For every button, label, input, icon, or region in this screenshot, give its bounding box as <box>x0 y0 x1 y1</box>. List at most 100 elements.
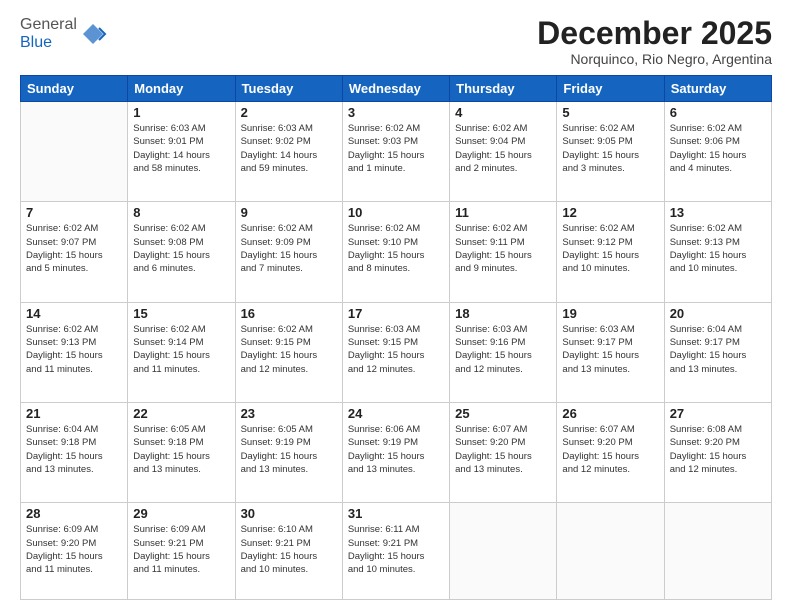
table-row: 18 Sunrise: 6:03 AM Sunset: 9:16 PM Dayli… <box>450 302 557 402</box>
day-number: 17 <box>348 306 444 321</box>
logo-blue-text: Blue <box>20 34 52 51</box>
day-info: Sunrise: 6:03 AM Sunset: 9:01 PM Dayligh… <box>133 122 229 175</box>
day-number: 14 <box>26 306 122 321</box>
table-row: 22 Sunrise: 6:05 AM Sunset: 9:18 PM Dayli… <box>128 402 235 502</box>
day-info: Sunrise: 6:02 AM Sunset: 9:14 PM Dayligh… <box>133 323 229 376</box>
table-row: 30 Sunrise: 6:10 AM Sunset: 9:21 PM Dayli… <box>235 503 342 600</box>
table-row: 12 Sunrise: 6:02 AM Sunset: 9:12 PM Dayli… <box>557 202 664 302</box>
col-wednesday: Wednesday <box>342 76 449 102</box>
table-row: 15 Sunrise: 6:02 AM Sunset: 9:14 PM Dayli… <box>128 302 235 402</box>
day-number: 9 <box>241 205 337 220</box>
table-row: 14 Sunrise: 6:02 AM Sunset: 9:13 PM Dayli… <box>21 302 128 402</box>
day-info: Sunrise: 6:02 AM Sunset: 9:13 PM Dayligh… <box>26 323 122 376</box>
table-row: 8 Sunrise: 6:02 AM Sunset: 9:08 PM Daylig… <box>128 202 235 302</box>
day-number: 30 <box>241 506 337 521</box>
day-number: 16 <box>241 306 337 321</box>
table-row: 20 Sunrise: 6:04 AM Sunset: 9:17 PM Dayli… <box>664 302 771 402</box>
day-info: Sunrise: 6:05 AM Sunset: 9:19 PM Dayligh… <box>241 423 337 476</box>
table-row: 16Sunrise: 6:02 AM Sunset: 9:15 PM Dayli… <box>235 302 342 402</box>
day-number: 8 <box>133 205 229 220</box>
day-info: Sunrise: 6:11 AM Sunset: 9:21 PM Dayligh… <box>348 523 444 576</box>
col-tuesday: Tuesday <box>235 76 342 102</box>
calendar-table: Sunday Monday Tuesday Wednesday Thursday… <box>20 75 772 600</box>
table-row <box>21 102 128 202</box>
table-row: 4 Sunrise: 6:02 AM Sunset: 9:04 PM Daylig… <box>450 102 557 202</box>
table-row: 7 Sunrise: 6:02 AM Sunset: 9:07 PM Daylig… <box>21 202 128 302</box>
day-number: 12 <box>562 205 658 220</box>
header: General Blue December 2025 Norquinco, Ri… <box>20 16 772 67</box>
day-info: Sunrise: 6:02 AM Sunset: 9:09 PM Dayligh… <box>241 222 337 275</box>
table-row: 3 Sunrise: 6:02 AM Sunset: 9:03 PM Daylig… <box>342 102 449 202</box>
day-number: 2 <box>241 105 337 120</box>
table-row: 27 Sunrise: 6:08 AM Sunset: 9:20 PM Dayli… <box>664 402 771 502</box>
day-number: 5 <box>562 105 658 120</box>
day-number: 11 <box>455 205 551 220</box>
table-row: 31 Sunrise: 6:11 AM Sunset: 9:21 PM Dayli… <box>342 503 449 600</box>
day-info: Sunrise: 6:07 AM Sunset: 9:20 PM Dayligh… <box>455 423 551 476</box>
day-info: Sunrise: 6:02 AM Sunset: 9:12 PM Dayligh… <box>562 222 658 275</box>
day-info: Sunrise: 6:10 AM Sunset: 9:21 PM Dayligh… <box>241 523 337 576</box>
day-info: Sunrise: 6:04 AM Sunset: 9:18 PM Dayligh… <box>26 423 122 476</box>
day-number: 1 <box>133 105 229 120</box>
day-number: 25 <box>455 406 551 421</box>
day-number: 22 <box>133 406 229 421</box>
day-info: Sunrise: 6:03 AM Sunset: 9:16 PM Dayligh… <box>455 323 551 376</box>
day-number: 15 <box>133 306 229 321</box>
table-row: 24Sunrise: 6:06 AM Sunset: 9:19 PM Dayli… <box>342 402 449 502</box>
day-info: Sunrise: 6:02 AM Sunset: 9:07 PM Dayligh… <box>26 222 122 275</box>
table-row <box>557 503 664 600</box>
table-row: 23 Sunrise: 6:05 AM Sunset: 9:19 PM Dayli… <box>235 402 342 502</box>
day-number: 26 <box>562 406 658 421</box>
day-info: Sunrise: 6:05 AM Sunset: 9:18 PM Dayligh… <box>133 423 229 476</box>
day-info: Sunrise: 6:02 AM Sunset: 9:06 PM Dayligh… <box>670 122 766 175</box>
day-info: Sunrise: 6:03 AM Sunset: 9:02 PM Dayligh… <box>241 122 337 175</box>
table-row: 10 Sunrise: 6:02 AM Sunset: 9:10 PM Dayli… <box>342 202 449 302</box>
col-saturday: Saturday <box>664 76 771 102</box>
table-row: 2 Sunrise: 6:03 AM Sunset: 9:02 PM Daylig… <box>235 102 342 202</box>
day-number: 28 <box>26 506 122 521</box>
title-block: December 2025 Norquinco, Rio Negro, Arge… <box>537 16 772 67</box>
col-sunday: Sunday <box>21 76 128 102</box>
day-number: 21 <box>26 406 122 421</box>
day-info: Sunrise: 6:02 AM Sunset: 9:03 PM Dayligh… <box>348 122 444 175</box>
day-info: Sunrise: 6:02 AM Sunset: 9:13 PM Dayligh… <box>670 222 766 275</box>
table-row: 6 Sunrise: 6:02 AM Sunset: 9:06 PM Daylig… <box>664 102 771 202</box>
day-number: 23 <box>241 406 337 421</box>
day-number: 10 <box>348 205 444 220</box>
day-number: 24 <box>348 406 444 421</box>
day-number: 31 <box>348 506 444 521</box>
table-row: 9 Sunrise: 6:02 AM Sunset: 9:09 PM Daylig… <box>235 202 342 302</box>
location: Norquinco, Rio Negro, Argentina <box>537 51 772 67</box>
day-info: Sunrise: 6:02 AM Sunset: 9:04 PM Dayligh… <box>455 122 551 175</box>
col-friday: Friday <box>557 76 664 102</box>
table-row: 21 Sunrise: 6:04 AM Sunset: 9:18 PM Dayli… <box>21 402 128 502</box>
day-number: 4 <box>455 105 551 120</box>
col-thursday: Thursday <box>450 76 557 102</box>
table-row <box>664 503 771 600</box>
day-info: Sunrise: 6:02 AM Sunset: 9:10 PM Dayligh… <box>348 222 444 275</box>
day-info: Sunrise: 6:09 AM Sunset: 9:21 PM Dayligh… <box>133 523 229 576</box>
col-monday: Monday <box>128 76 235 102</box>
day-number: 3 <box>348 105 444 120</box>
table-row: 13 Sunrise: 6:02 AM Sunset: 9:13 PM Dayli… <box>664 202 771 302</box>
table-row: 1 Sunrise: 6:03 AM Sunset: 9:01 PM Daylig… <box>128 102 235 202</box>
day-number: 7 <box>26 205 122 220</box>
day-number: 19 <box>562 306 658 321</box>
table-row: 25 Sunrise: 6:07 AM Sunset: 9:20 PM Dayli… <box>450 402 557 502</box>
table-row: 5 Sunrise: 6:02 AM Sunset: 9:05 PM Daylig… <box>557 102 664 202</box>
logo: General Blue <box>20 16 107 52</box>
day-number: 18 <box>455 306 551 321</box>
day-info: Sunrise: 6:02 AM Sunset: 9:05 PM Dayligh… <box>562 122 658 175</box>
day-number: 13 <box>670 205 766 220</box>
month-title: December 2025 <box>537 16 772 51</box>
day-info: Sunrise: 6:02 AM Sunset: 9:08 PM Dayligh… <box>133 222 229 275</box>
day-number: 6 <box>670 105 766 120</box>
day-info: Sunrise: 6:08 AM Sunset: 9:20 PM Dayligh… <box>670 423 766 476</box>
day-number: 27 <box>670 406 766 421</box>
table-row: 19Sunrise: 6:03 AM Sunset: 9:17 PM Dayli… <box>557 302 664 402</box>
day-info: Sunrise: 6:02 AM Sunset: 9:11 PM Dayligh… <box>455 222 551 275</box>
day-info: Sunrise: 6:04 AM Sunset: 9:17 PM Dayligh… <box>670 323 766 376</box>
day-number: 20 <box>670 306 766 321</box>
table-row <box>450 503 557 600</box>
table-row: 29Sunrise: 6:09 AM Sunset: 9:21 PM Dayli… <box>128 503 235 600</box>
